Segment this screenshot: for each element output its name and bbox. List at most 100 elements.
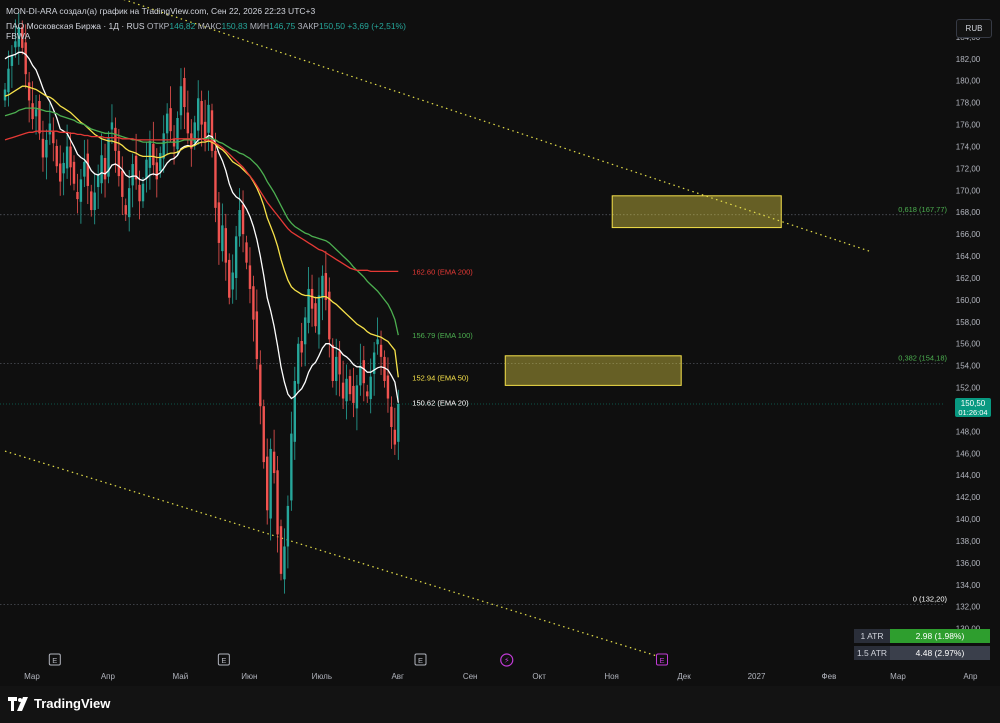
candle-body — [117, 150, 121, 177]
candle-body — [7, 68, 10, 93]
y-tick-label: 154,00 — [956, 362, 981, 371]
candle-body — [293, 380, 296, 442]
footer: TradingView — [0, 686, 1000, 723]
candle-body — [259, 364, 262, 407]
brand-text: TradingView — [34, 696, 111, 711]
fib-label: 0,618 (167,77) — [898, 205, 947, 214]
candle-body — [345, 378, 348, 402]
candle-body — [210, 110, 214, 151]
ticker-label: FBWA — [6, 31, 31, 41]
candle-body — [55, 145, 58, 167]
candle-body — [221, 225, 224, 252]
candle-body — [276, 470, 279, 535]
candle-body — [27, 82, 31, 101]
ema-label: 152.94 (EMA 50) — [412, 373, 469, 382]
candle-body — [138, 184, 141, 202]
candle-body — [121, 170, 124, 197]
ohlc-key: МАКС — [195, 21, 222, 31]
candle-body — [317, 295, 321, 335]
candle-body — [379, 344, 383, 357]
candle-body — [224, 228, 227, 263]
candle-body — [324, 273, 328, 300]
candle-body — [310, 288, 314, 309]
candle-body — [148, 141, 152, 168]
ohlc-value: 146,82 — [169, 21, 196, 31]
atr-label: 1.5 ATR — [854, 646, 890, 660]
y-tick-label: 174,00 — [956, 142, 981, 151]
y-tick-label: 168,00 — [956, 208, 981, 217]
candle-body — [231, 272, 234, 290]
x-tick-label: Мар — [890, 672, 906, 681]
ohlc-value: 146,75 — [269, 21, 296, 31]
atr-value: 4.48 (2.97%) — [890, 646, 990, 660]
tradingview-logo[interactable]: TradingView — [8, 696, 110, 711]
candle-body — [307, 288, 310, 323]
symbol-name: ПАО Московская Биржа · 1Д · RUS — [6, 21, 145, 31]
candle-body — [172, 139, 176, 147]
x-tick-label: Дек — [677, 672, 691, 681]
candle-body — [100, 155, 103, 184]
candle-body — [331, 344, 334, 381]
candle-body — [238, 210, 241, 237]
ohlc-value: 150,83 — [221, 21, 248, 31]
candle-body — [348, 376, 352, 395]
x-tick-label: Фев — [822, 672, 837, 681]
price-change: +3,69 (+2,51%) — [347, 21, 406, 31]
y-tick-label: 148,00 — [956, 427, 981, 436]
candle-body — [14, 41, 17, 48]
y-tick-label: 132,00 — [956, 603, 981, 612]
candle-body — [152, 143, 155, 166]
candle-body — [76, 191, 79, 200]
candle-body — [266, 456, 269, 511]
candle-body — [110, 122, 114, 130]
candle-body — [269, 448, 272, 519]
y-tick-label: 176,00 — [956, 121, 981, 130]
atr-value: 2.98 (1.98%) — [890, 629, 990, 643]
y-tick-label: 144,00 — [956, 471, 981, 480]
y-tick-label: 166,00 — [956, 230, 981, 239]
candle-body — [10, 55, 14, 66]
candle-body — [145, 159, 148, 179]
atr-row: 1.5 ATR 4.48 (2.97%) — [854, 646, 990, 660]
y-tick-label: 156,00 — [956, 340, 981, 349]
chart-title: MON-DI-ARA создал(а) график на TradingVi… — [6, 6, 316, 16]
y-tick-label: 170,00 — [956, 186, 981, 195]
ohlc-key: ОТКР — [146, 21, 170, 31]
y-tick-label: 136,00 — [956, 559, 981, 568]
candle-body — [390, 406, 393, 428]
candle-body — [272, 451, 276, 474]
candle-body — [179, 86, 183, 116]
event-glyph: ⚡ — [504, 656, 510, 665]
x-tick-label: Апр — [963, 672, 978, 681]
y-tick-label: 172,00 — [956, 164, 981, 173]
candle-body — [197, 98, 200, 131]
fib-label: 0 (132,20) — [913, 595, 948, 604]
candle-body — [335, 356, 338, 381]
symbol-legend[interactable]: ПАО Московская Биржа · 1Д · RUS ОТКР146,… — [6, 21, 406, 31]
candle-body — [393, 429, 397, 445]
candle-body — [397, 404, 400, 442]
candle-body — [90, 191, 93, 211]
candle-body — [34, 109, 38, 117]
candle-body — [93, 192, 96, 211]
y-tick-label: 146,00 — [956, 449, 981, 458]
candle-body — [355, 385, 359, 409]
price-zone — [611, 195, 782, 229]
ohlc-value: 150,50 — [318, 21, 345, 31]
ohlc-values: ОТКР146,82 МАКС150,83 МИН146,75 ЗАКР150,… — [147, 21, 347, 31]
y-tick-label: 140,00 — [956, 515, 981, 524]
candle-body — [45, 139, 48, 158]
candle-body — [321, 275, 324, 299]
ema-label: 150.62 (EMA 20) — [412, 399, 469, 408]
candle-body — [24, 42, 27, 75]
y-tick-label: 138,00 — [956, 537, 981, 546]
candle-body — [207, 104, 210, 133]
x-tick-label: Авг — [391, 672, 404, 681]
y-tick-label: 164,00 — [956, 252, 981, 261]
candle-body — [286, 505, 290, 547]
chart-canvas[interactable]: 0,618 (167,77) 0,382 (154,18) 0 (132,20) 1… — [0, 0, 1000, 686]
candle-body — [141, 183, 145, 202]
currency-button[interactable]: RUB — [956, 19, 992, 38]
y-tick-label: 162,00 — [956, 274, 981, 283]
candle-body — [159, 153, 162, 172]
